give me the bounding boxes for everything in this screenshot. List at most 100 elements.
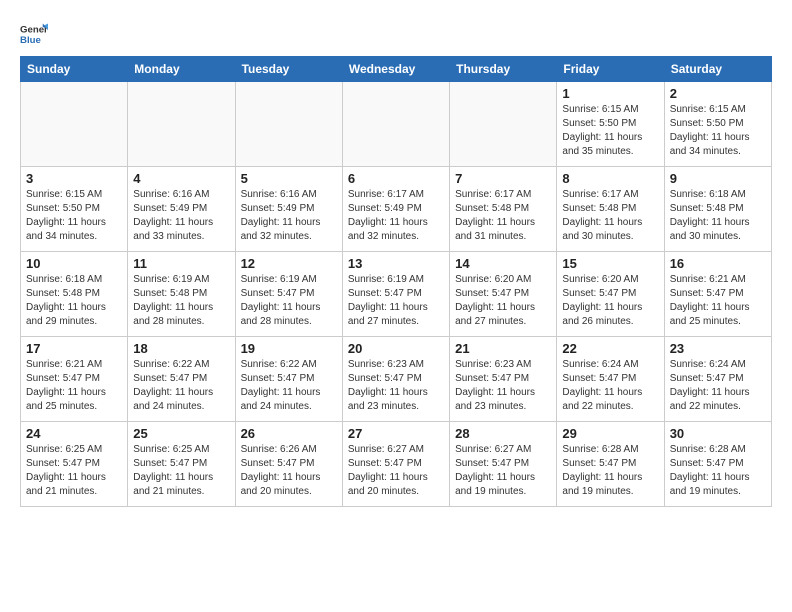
day-info: Sunrise: 6:17 AM Sunset: 5:49 PM Dayligh… [348, 188, 444, 244]
weekday-header-wednesday: Wednesday [342, 57, 449, 82]
weekday-header-thursday: Thursday [450, 57, 557, 82]
day-number: 17 [26, 341, 122, 356]
day-info: Sunrise: 6:28 AM Sunset: 5:47 PM Dayligh… [670, 443, 766, 499]
calendar-cell: 22 Sunrise: 6:24 AM Sunset: 5:47 PM Dayli… [557, 337, 664, 422]
day-info: Sunrise: 6:16 AM Sunset: 5:49 PM Dayligh… [241, 188, 337, 244]
logo-icon: General Blue [20, 20, 48, 48]
calendar-cell: 4 Sunrise: 6:16 AM Sunset: 5:49 PM Daylig… [128, 167, 235, 252]
day-info: Sunrise: 6:24 AM Sunset: 5:47 PM Dayligh… [670, 358, 766, 414]
day-number: 16 [670, 256, 766, 271]
day-info: Sunrise: 6:21 AM Sunset: 5:47 PM Dayligh… [670, 273, 766, 329]
calendar-cell: 8 Sunrise: 6:17 AM Sunset: 5:48 PM Daylig… [557, 167, 664, 252]
day-info: Sunrise: 6:21 AM Sunset: 5:47 PM Dayligh… [26, 358, 122, 414]
day-number: 2 [670, 86, 766, 101]
calendar-cell: 12 Sunrise: 6:19 AM Sunset: 5:47 PM Dayli… [235, 252, 342, 337]
day-number: 27 [348, 426, 444, 441]
day-number: 29 [562, 426, 658, 441]
day-number: 23 [670, 341, 766, 356]
calendar-week-3: 10 Sunrise: 6:18 AM Sunset: 5:48 PM Dayli… [21, 252, 772, 337]
calendar-cell: 7Sunrise: 6:17 AM Sunset: 5:48 PM Daylig… [450, 167, 557, 252]
day-number: 8 [562, 171, 658, 186]
day-number: 12 [241, 256, 337, 271]
day-number: 11 [133, 256, 229, 271]
calendar-cell [21, 82, 128, 167]
day-info: Sunrise: 6:23 AM Sunset: 5:47 PM Dayligh… [455, 358, 551, 414]
day-info: Sunrise: 6:20 AM Sunset: 5:47 PM Dayligh… [455, 273, 551, 329]
day-number: 15 [562, 256, 658, 271]
calendar-cell: 23 Sunrise: 6:24 AM Sunset: 5:47 PM Dayli… [664, 337, 771, 422]
calendar-cell: 30 Sunrise: 6:28 AM Sunset: 5:47 PM Dayli… [664, 422, 771, 507]
calendar-cell: 20Sunrise: 6:23 AM Sunset: 5:47 PM Dayli… [342, 337, 449, 422]
day-number: 18 [133, 341, 229, 356]
calendar-cell: 24 Sunrise: 6:25 AM Sunset: 5:47 PM Dayli… [21, 422, 128, 507]
day-info: Sunrise: 6:17 AM Sunset: 5:48 PM Dayligh… [562, 188, 658, 244]
day-number: 4 [133, 171, 229, 186]
day-info: Sunrise: 6:15 AM Sunset: 5:50 PM Dayligh… [562, 103, 658, 159]
day-number: 24 [26, 426, 122, 441]
day-number: 19 [241, 341, 337, 356]
weekday-header-saturday: Saturday [664, 57, 771, 82]
day-info: Sunrise: 6:22 AM Sunset: 5:47 PM Dayligh… [133, 358, 229, 414]
day-number: 26 [241, 426, 337, 441]
calendar-cell: 13Sunrise: 6:19 AM Sunset: 5:47 PM Dayli… [342, 252, 449, 337]
calendar-cell: 26 Sunrise: 6:26 AM Sunset: 5:47 PM Dayli… [235, 422, 342, 507]
calendar-cell: 19Sunrise: 6:22 AM Sunset: 5:47 PM Dayli… [235, 337, 342, 422]
calendar-table: SundayMondayTuesdayWednesdayThursdayFrid… [20, 56, 772, 507]
calendar-cell: 18 Sunrise: 6:22 AM Sunset: 5:47 PM Dayli… [128, 337, 235, 422]
day-info: Sunrise: 6:18 AM Sunset: 5:48 PM Dayligh… [670, 188, 766, 244]
calendar-cell [450, 82, 557, 167]
calendar-week-2: 3 Sunrise: 6:15 AM Sunset: 5:50 PM Daylig… [21, 167, 772, 252]
day-number: 20 [348, 341, 444, 356]
calendar-cell [128, 82, 235, 167]
day-number: 5 [241, 171, 337, 186]
day-number: 10 [26, 256, 122, 271]
calendar-cell [342, 82, 449, 167]
day-info: Sunrise: 6:16 AM Sunset: 5:49 PM Dayligh… [133, 188, 229, 244]
day-number: 22 [562, 341, 658, 356]
calendar-cell: 15Sunrise: 6:20 AM Sunset: 5:47 PM Dayli… [557, 252, 664, 337]
calendar-cell: 29 Sunrise: 6:28 AM Sunset: 5:47 PM Dayli… [557, 422, 664, 507]
day-info: Sunrise: 6:19 AM Sunset: 5:47 PM Dayligh… [241, 273, 337, 329]
calendar-cell: 14 Sunrise: 6:20 AM Sunset: 5:47 PM Dayli… [450, 252, 557, 337]
calendar-cell: 3 Sunrise: 6:15 AM Sunset: 5:50 PM Daylig… [21, 167, 128, 252]
calendar-cell: 17 Sunrise: 6:21 AM Sunset: 5:47 PM Dayli… [21, 337, 128, 422]
calendar-cell: 11Sunrise: 6:19 AM Sunset: 5:48 PM Dayli… [128, 252, 235, 337]
page-header: General Blue [20, 16, 772, 48]
day-info: Sunrise: 6:25 AM Sunset: 5:47 PM Dayligh… [26, 443, 122, 499]
day-number: 30 [670, 426, 766, 441]
day-number: 1 [562, 86, 658, 101]
day-info: Sunrise: 6:24 AM Sunset: 5:47 PM Dayligh… [562, 358, 658, 414]
weekday-header-row: SundayMondayTuesdayWednesdayThursdayFrid… [21, 57, 772, 82]
weekday-header-friday: Friday [557, 57, 664, 82]
calendar-cell: 28Sunrise: 6:27 AM Sunset: 5:47 PM Dayli… [450, 422, 557, 507]
logo: General Blue [20, 20, 48, 48]
svg-text:Blue: Blue [20, 35, 41, 46]
day-number: 25 [133, 426, 229, 441]
calendar-cell: 25 Sunrise: 6:25 AM Sunset: 5:47 PM Dayli… [128, 422, 235, 507]
calendar-cell: 5 Sunrise: 6:16 AM Sunset: 5:49 PM Daylig… [235, 167, 342, 252]
weekday-header-sunday: Sunday [21, 57, 128, 82]
weekday-header-tuesday: Tuesday [235, 57, 342, 82]
day-info: Sunrise: 6:15 AM Sunset: 5:50 PM Dayligh… [670, 103, 766, 159]
weekday-header-monday: Monday [128, 57, 235, 82]
calendar-cell: 1 Sunrise: 6:15 AM Sunset: 5:50 PM Daylig… [557, 82, 664, 167]
calendar-cell [235, 82, 342, 167]
day-info: Sunrise: 6:27 AM Sunset: 5:47 PM Dayligh… [455, 443, 551, 499]
calendar-cell: 21 Sunrise: 6:23 AM Sunset: 5:47 PM Dayli… [450, 337, 557, 422]
calendar-cell: 16 Sunrise: 6:21 AM Sunset: 5:47 PM Dayli… [664, 252, 771, 337]
day-info: Sunrise: 6:18 AM Sunset: 5:48 PM Dayligh… [26, 273, 122, 329]
calendar-cell: 27 Sunrise: 6:27 AM Sunset: 5:47 PM Dayli… [342, 422, 449, 507]
day-info: Sunrise: 6:27 AM Sunset: 5:47 PM Dayligh… [348, 443, 444, 499]
day-number: 3 [26, 171, 122, 186]
calendar-week-5: 24 Sunrise: 6:25 AM Sunset: 5:47 PM Dayli… [21, 422, 772, 507]
day-info: Sunrise: 6:26 AM Sunset: 5:47 PM Dayligh… [241, 443, 337, 499]
day-number: 14 [455, 256, 551, 271]
calendar-cell: 2 Sunrise: 6:15 AM Sunset: 5:50 PM Daylig… [664, 82, 771, 167]
day-number: 21 [455, 341, 551, 356]
day-info: Sunrise: 6:15 AM Sunset: 5:50 PM Dayligh… [26, 188, 122, 244]
day-info: Sunrise: 6:28 AM Sunset: 5:47 PM Dayligh… [562, 443, 658, 499]
day-number: 9 [670, 171, 766, 186]
day-info: Sunrise: 6:25 AM Sunset: 5:47 PM Dayligh… [133, 443, 229, 499]
day-info: Sunrise: 6:19 AM Sunset: 5:47 PM Dayligh… [348, 273, 444, 329]
calendar-cell: 9 Sunrise: 6:18 AM Sunset: 5:48 PM Daylig… [664, 167, 771, 252]
